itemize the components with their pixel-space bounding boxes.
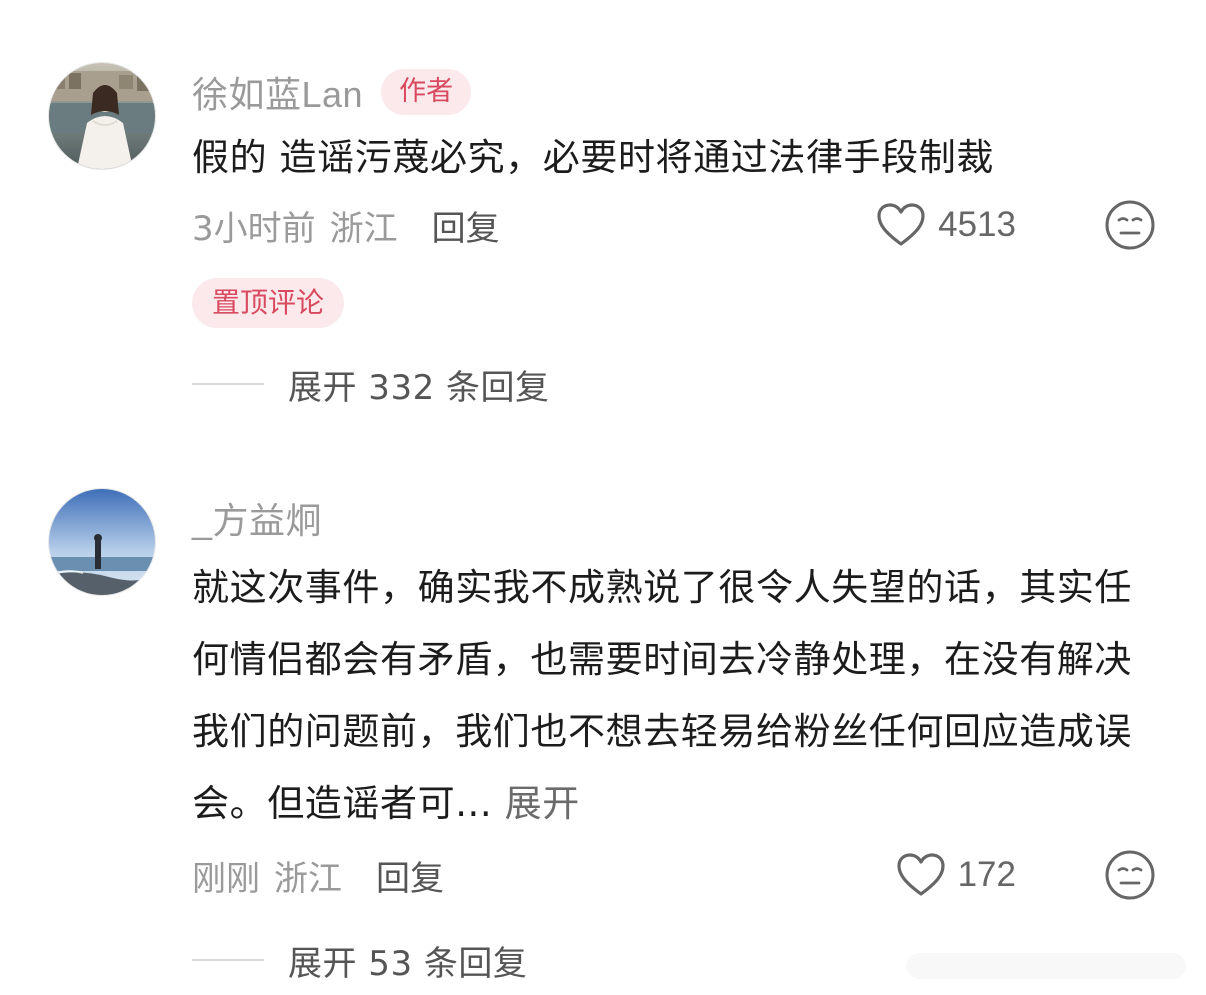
meh-face-icon[interactable] — [1104, 199, 1156, 251]
like-count: 172 — [957, 855, 1016, 894]
avatar[interactable] — [48, 488, 156, 596]
avatar-photo — [49, 63, 155, 169]
comment-location: 浙江 — [329, 208, 398, 249]
author-badge: 作者 — [381, 69, 472, 115]
heart-outline-icon — [896, 853, 945, 896]
comment-header: _方益炯 — [192, 488, 1156, 548]
avatar[interactable] — [48, 62, 156, 170]
comment-text-content: 就这次事件，确实我不成熟说了很令人失望的话，其实任何情侣都会有矛盾，也需要时间去… — [192, 566, 1132, 825]
comment-text-content: 假的 造谣污蔑必究，必要时将通过法律手段制裁 — [192, 136, 994, 179]
comment-header: 徐如蓝Lan 作者 — [192, 62, 1156, 122]
expand-replies-label: 展开 332 条回复 — [288, 367, 550, 408]
username[interactable]: 徐如蓝Lan — [192, 66, 363, 118]
reply-button[interactable]: 回复 — [432, 201, 500, 250]
expand-replies-button[interactable]: 展开 332 条回复 — [192, 354, 1156, 414]
comment-body: _方益炯 就这次事件，确实我不成熟说了很令人失望的话，其实任何情侣都会有矛盾，也… — [192, 488, 1156, 990]
comment-meta: 刚刚 浙江 回复 172 — [192, 840, 1156, 910]
comment-list: 徐如蓝Lan 作者 假的 造谣污蔑必究，必要时将通过法律手段制裁 3小时前 浙江… — [0, 0, 1206, 995]
reply-button[interactable]: 回复 — [376, 851, 444, 900]
like-button[interactable]: 172 — [896, 840, 1016, 910]
like-button[interactable]: 4513 — [876, 190, 1016, 260]
comment-location: 浙江 — [274, 858, 342, 899]
watermark — [906, 953, 1186, 979]
expand-text-button[interactable]: 展开 — [505, 782, 580, 825]
comment-time: 刚刚 — [192, 858, 260, 899]
comment-body: 徐如蓝Lan 作者 假的 造谣污蔑必究，必要时将通过法律手段制裁 3小时前 浙江… — [192, 62, 1156, 414]
expand-replies-label: 展开 53 条回复 — [288, 943, 528, 984]
like-count: 4513 — [938, 205, 1016, 244]
pinned-badge: 置顶评论 — [192, 278, 345, 328]
comment-time: 3小时前 — [192, 208, 316, 249]
comment-text: 假的 造谣污蔑必究，必要时将通过法律手段制裁 — [192, 126, 1156, 190]
divider-line — [192, 383, 264, 385]
username[interactable]: _方益炯 — [192, 492, 322, 544]
comment-text: 就这次事件，确实我不成熟说了很令人失望的话，其实任何情侣都会有矛盾，也需要时间去… — [192, 552, 1156, 840]
divider-line — [192, 959, 264, 961]
avatar-photo — [49, 489, 155, 595]
comment-meta: 3小时前 浙江 回复 4513 — [192, 190, 1156, 260]
heart-outline-icon — [877, 203, 925, 246]
meh-face-icon[interactable] — [1104, 849, 1156, 901]
